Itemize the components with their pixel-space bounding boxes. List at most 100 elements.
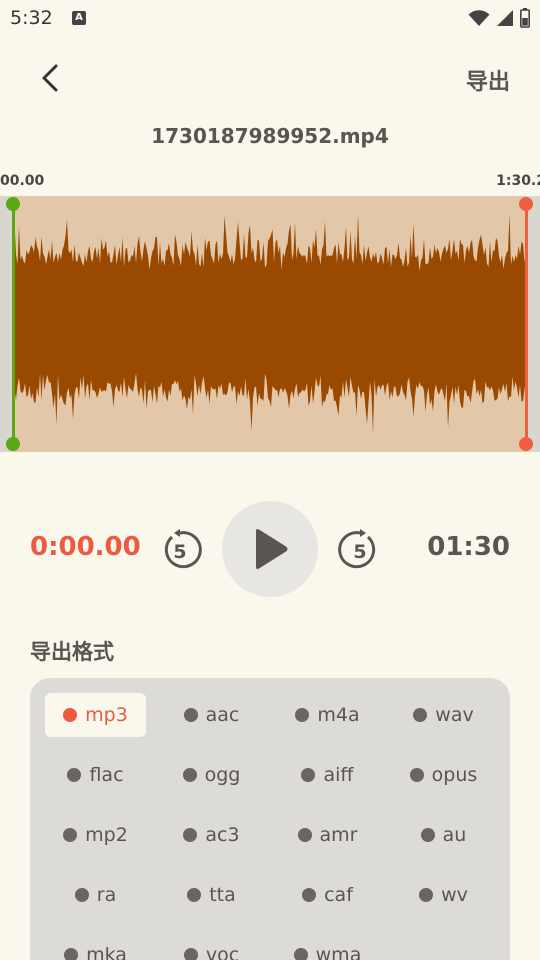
waveform-path bbox=[13, 214, 526, 434]
format-option-ac3[interactable]: ac3 bbox=[161, 813, 277, 873]
notification-icon: A bbox=[72, 11, 86, 25]
format-option-au[interactable]: au bbox=[393, 813, 509, 873]
format-option-body: ogg bbox=[161, 753, 262, 797]
forward-seconds: 5 bbox=[353, 541, 366, 563]
radio-dot-icon bbox=[295, 708, 310, 722]
rewind-5-button[interactable]: 5 bbox=[158, 528, 202, 572]
start-handle-line[interactable] bbox=[12, 204, 15, 444]
format-option-ra[interactable]: ra bbox=[45, 873, 161, 933]
rewind-5-icon: 5 bbox=[164, 529, 202, 569]
format-option-amr[interactable]: amr bbox=[277, 813, 393, 873]
format-label: mp3 bbox=[85, 704, 128, 726]
radio-dot-icon bbox=[419, 888, 434, 902]
format-option-wma[interactable]: wma bbox=[277, 933, 393, 960]
radio-dot-icon bbox=[301, 768, 316, 782]
start-handle-bottom[interactable] bbox=[6, 437, 20, 451]
end-handle-bottom[interactable] bbox=[519, 437, 533, 451]
back-button[interactable] bbox=[30, 58, 70, 98]
format-label: caf bbox=[324, 884, 353, 906]
format-grid: mp3 aac m4a wav flac ogg aiff opus mp2 ac3 amr au ra… bbox=[45, 693, 509, 960]
format-option-mp2[interactable]: mp2 bbox=[45, 813, 161, 873]
waveform bbox=[13, 214, 526, 434]
format-option-body: ac3 bbox=[161, 813, 262, 857]
format-label: wav bbox=[435, 704, 474, 726]
radio-dot-icon bbox=[409, 768, 424, 782]
radio-dot-icon bbox=[74, 888, 89, 902]
total-time: 01:30 bbox=[427, 532, 510, 562]
export-button[interactable]: 导出 bbox=[466, 64, 510, 96]
format-option-opus[interactable]: opus bbox=[393, 753, 509, 813]
forward-5-icon: 5 bbox=[338, 529, 376, 569]
play-icon bbox=[256, 529, 288, 569]
format-label: tta bbox=[209, 884, 236, 906]
rewind-seconds: 5 bbox=[173, 541, 186, 563]
forward-5-button[interactable]: 5 bbox=[338, 528, 382, 572]
radio-dot-icon bbox=[67, 768, 82, 782]
format-option-body: mp3 bbox=[45, 693, 146, 737]
battery-icon bbox=[520, 8, 530, 28]
radio-dot-icon bbox=[297, 828, 312, 842]
radio-dot-icon bbox=[420, 828, 435, 842]
radio-dot-icon bbox=[293, 948, 308, 960]
format-option-wv[interactable]: wv bbox=[393, 873, 509, 933]
wifi-icon bbox=[468, 10, 490, 26]
format-option-aiff[interactable]: aiff bbox=[277, 753, 393, 813]
status-icons bbox=[468, 8, 530, 28]
end-handle-top[interactable] bbox=[519, 197, 533, 211]
radio-dot-icon bbox=[183, 708, 198, 722]
format-label: aiff bbox=[323, 764, 354, 786]
format-section-title: 导出格式 bbox=[30, 640, 114, 664]
radio-dot-icon bbox=[183, 828, 198, 842]
status-bar: 5:32 A bbox=[0, 0, 540, 36]
format-label: wma bbox=[315, 944, 362, 960]
format-label: mp2 bbox=[85, 824, 128, 846]
format-option-tta[interactable]: tta bbox=[161, 873, 277, 933]
waveform-end-time: 1:30.2 bbox=[496, 173, 540, 189]
format-option-body: mp2 bbox=[45, 813, 146, 857]
format-option-body: au bbox=[393, 813, 494, 857]
format-label: opus bbox=[431, 764, 478, 786]
format-option-aac[interactable]: aac bbox=[161, 693, 277, 753]
format-label: voc bbox=[205, 944, 240, 960]
format-option-body: voc bbox=[161, 933, 262, 960]
format-option-body: wv bbox=[393, 873, 494, 917]
chevron-left-icon bbox=[42, 64, 58, 92]
format-option-wav[interactable]: wav bbox=[393, 693, 509, 753]
format-option-ogg[interactable]: ogg bbox=[161, 753, 277, 813]
signal-icon bbox=[497, 10, 513, 26]
screen: 5:32 A 导出 1730187989952.mp4 00.00 1:30.2 bbox=[0, 0, 540, 960]
format-option-body: ra bbox=[45, 873, 146, 917]
radio-dot-icon bbox=[64, 948, 79, 960]
radio-dot-icon bbox=[182, 768, 197, 782]
format-label: ra bbox=[96, 884, 117, 906]
format-option-m4a[interactable]: m4a bbox=[277, 693, 393, 753]
format-panel: mp3 aac m4a wav flac ogg aiff opus mp2 ac3 amr au ra… bbox=[30, 678, 510, 960]
format-option-body: caf bbox=[277, 873, 378, 917]
format-label: mka bbox=[86, 944, 127, 960]
format-label: flac bbox=[89, 764, 124, 786]
start-handle-top[interactable] bbox=[6, 197, 20, 211]
status-time: 5:32 bbox=[10, 7, 53, 29]
format-option-body: flac bbox=[45, 753, 146, 797]
play-button[interactable] bbox=[222, 501, 318, 597]
format-option-caf[interactable]: caf bbox=[277, 873, 393, 933]
format-label: m4a bbox=[317, 704, 360, 726]
format-option-mka[interactable]: mka bbox=[45, 933, 161, 960]
format-option-flac[interactable]: flac bbox=[45, 753, 161, 813]
current-time: 0:00.00 bbox=[30, 532, 141, 562]
end-handle-line[interactable] bbox=[525, 204, 528, 444]
format-option-voc[interactable]: voc bbox=[161, 933, 277, 960]
radio-dot-icon bbox=[413, 708, 428, 722]
format-option-mp3[interactable]: mp3 bbox=[45, 693, 161, 753]
radio-dot-icon bbox=[302, 888, 317, 902]
radio-dot-icon bbox=[183, 948, 198, 960]
format-option-body: opus bbox=[393, 753, 494, 797]
radio-dot-icon bbox=[63, 708, 78, 722]
format-label: aac bbox=[205, 704, 240, 726]
format-label: wv bbox=[441, 884, 468, 906]
format-option-body: aac bbox=[161, 693, 262, 737]
format-option-body: mka bbox=[45, 933, 146, 960]
format-option-body: wav bbox=[393, 693, 494, 737]
file-name: 1730187989952.mp4 bbox=[151, 124, 389, 148]
format-label: au bbox=[442, 824, 467, 846]
